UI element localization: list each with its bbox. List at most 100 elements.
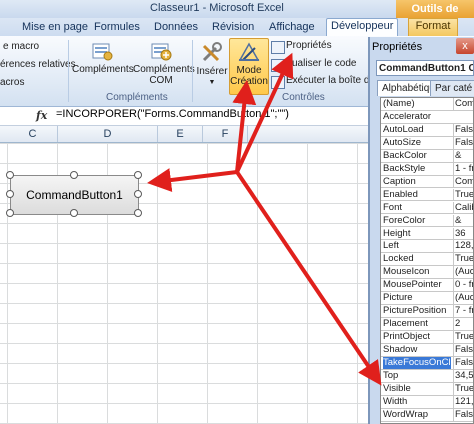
proprietes-button[interactable]: Propriétés [286, 40, 332, 51]
property-name: MousePointer [383, 279, 442, 291]
property-row[interactable]: ForeColor & [381, 214, 473, 228]
property-value[interactable]: Comr [453, 98, 473, 110]
record-macro-item[interactable]: e macro [3, 41, 39, 52]
close-icon[interactable]: x [456, 38, 474, 54]
property-row[interactable]: Font Calibr [381, 201, 473, 215]
property-row[interactable]: Placement 2 [381, 318, 473, 331]
property-row[interactable]: Left 128,2 [381, 240, 473, 254]
property-row[interactable]: Top 34,5 [381, 369, 473, 383]
formula-input[interactable]: =INCORPORER("Forms.CommandButton.1";"") [56, 108, 289, 120]
property-row[interactable]: MousePointer 0 - fr [381, 279, 473, 293]
column-header-e[interactable]: E [158, 126, 203, 142]
tab-affichage[interactable]: Affichage [265, 20, 319, 34]
property-value[interactable]: True [453, 382, 473, 395]
resize-handle[interactable] [70, 209, 78, 217]
property-name: Caption [383, 175, 416, 187]
property-value[interactable]: False [453, 136, 473, 149]
property-value[interactable]: 128,2 [453, 240, 473, 253]
property-row[interactable]: Caption Comr [381, 175, 473, 189]
property-name: Shadow [383, 344, 418, 356]
property-name: ForeColor [383, 214, 426, 226]
tab-formules[interactable]: Formules [90, 20, 144, 34]
inserer-label: Insérer [196, 66, 228, 77]
complements-com-label-1: Compléments [133, 64, 195, 75]
tools-icon [200, 40, 224, 64]
property-row[interactable]: Accelerator [381, 111, 473, 124]
property-value[interactable]: (Aucu [453, 292, 473, 305]
tab-par-categorie[interactable]: Par caté [430, 80, 474, 96]
tab-revision[interactable]: Révision [208, 20, 258, 34]
tab-mise-en-page[interactable]: Mise en page [18, 20, 92, 34]
complements-com-button[interactable]: Compléments COM [133, 40, 195, 86]
property-value[interactable]: 1 - fm [453, 162, 473, 175]
resize-handle[interactable] [134, 209, 142, 217]
resize-handle[interactable] [70, 171, 78, 179]
property-row[interactable]: Picture (Aucu [381, 292, 473, 306]
property-value[interactable]: False [453, 123, 473, 136]
property-row[interactable]: PrintObject True [381, 331, 473, 344]
property-value[interactable]: & [453, 214, 473, 227]
property-value[interactable]: Comr [453, 175, 473, 188]
executer-dialog-button[interactable]: Exécuter la boîte de [286, 75, 375, 86]
property-name: TakeFocusOnClick [383, 357, 451, 369]
inserer-button[interactable]: Insérer ▼ [196, 40, 228, 88]
property-value[interactable]: 34,5 [453, 369, 473, 382]
property-row[interactable]: BackStyle 1 - fm [381, 162, 473, 176]
visualiser-code-button[interactable]: ualiser le code [292, 58, 356, 69]
run-dialog-icon [271, 76, 285, 89]
property-row[interactable]: (Name) Comr [381, 98, 473, 111]
mode-creation-button[interactable]: Mode Création [229, 38, 269, 95]
property-row[interactable]: MouseIcon (Aucu [381, 266, 473, 280]
property-name: Placement [383, 318, 428, 330]
property-name: WordWrap [383, 408, 429, 420]
property-value[interactable]: 2 [453, 318, 473, 330]
property-value[interactable]: 121,5 [453, 395, 473, 408]
property-name: AutoLoad [383, 123, 424, 135]
macro-security-item[interactable]: acros [0, 77, 24, 88]
tab-alphabetique[interactable]: Alphabétique [377, 80, 437, 96]
property-row[interactable]: TakeFocusOnClickFalse [381, 357, 473, 370]
property-row[interactable]: AutoSize False [381, 136, 473, 150]
object-selector[interactable]: CommandButton1 Co [376, 60, 474, 76]
resize-handle[interactable] [134, 171, 142, 179]
property-row[interactable]: AutoLoad False [381, 123, 473, 137]
property-value[interactable]: True [453, 188, 473, 201]
property-value[interactable]: Calibr [453, 201, 473, 214]
property-value[interactable]: 0 - fr [453, 279, 473, 292]
property-value[interactable]: (Aucu [453, 266, 473, 279]
resize-handle[interactable] [6, 171, 14, 179]
property-row[interactable]: WordWrap False [381, 408, 473, 422]
property-row[interactable]: Width 121,5 [381, 395, 473, 409]
property-value[interactable]: 7 - fm [453, 305, 473, 317]
complements-button[interactable]: Compléments [72, 40, 134, 75]
property-row[interactable]: Height 36 [381, 227, 473, 241]
tab-developpeur[interactable]: Développeur [326, 18, 399, 37]
tab-donnees[interactable]: Données [150, 20, 202, 34]
property-row[interactable]: BackColor & [381, 149, 473, 163]
property-row[interactable]: Locked True [381, 253, 473, 267]
property-row[interactable]: Enabled True [381, 188, 473, 202]
property-value[interactable]: False [453, 344, 473, 356]
property-name: AutoSize [383, 136, 422, 148]
group-label-complements: Compléments [106, 92, 168, 103]
property-name: Top [383, 369, 399, 381]
property-value[interactable]: 36 [453, 227, 473, 240]
column-header-c[interactable]: C [8, 126, 58, 142]
relative-references-item[interactable]: érences relatives [0, 59, 76, 70]
property-row[interactable]: Visible True [381, 382, 473, 396]
resize-handle[interactable] [6, 190, 14, 198]
column-header-f[interactable]: F [203, 126, 248, 142]
resize-handle[interactable] [134, 190, 142, 198]
property-value[interactable]: False [453, 408, 473, 421]
tab-format[interactable]: Format [408, 18, 458, 37]
property-value[interactable]: True [453, 331, 473, 343]
fx-icon[interactable]: fx [36, 109, 47, 122]
column-header-d[interactable]: D [58, 126, 158, 142]
property-row[interactable]: Shadow False [381, 344, 473, 357]
property-value[interactable]: False [453, 357, 473, 369]
resize-handle[interactable] [6, 209, 14, 217]
property-value[interactable]: & [453, 149, 473, 162]
context-tab-drawing-tools[interactable]: Outils de dessin [396, 0, 474, 33]
property-value[interactable]: True [453, 253, 473, 266]
property-row[interactable]: PicturePosition 7 - fm [381, 305, 473, 318]
